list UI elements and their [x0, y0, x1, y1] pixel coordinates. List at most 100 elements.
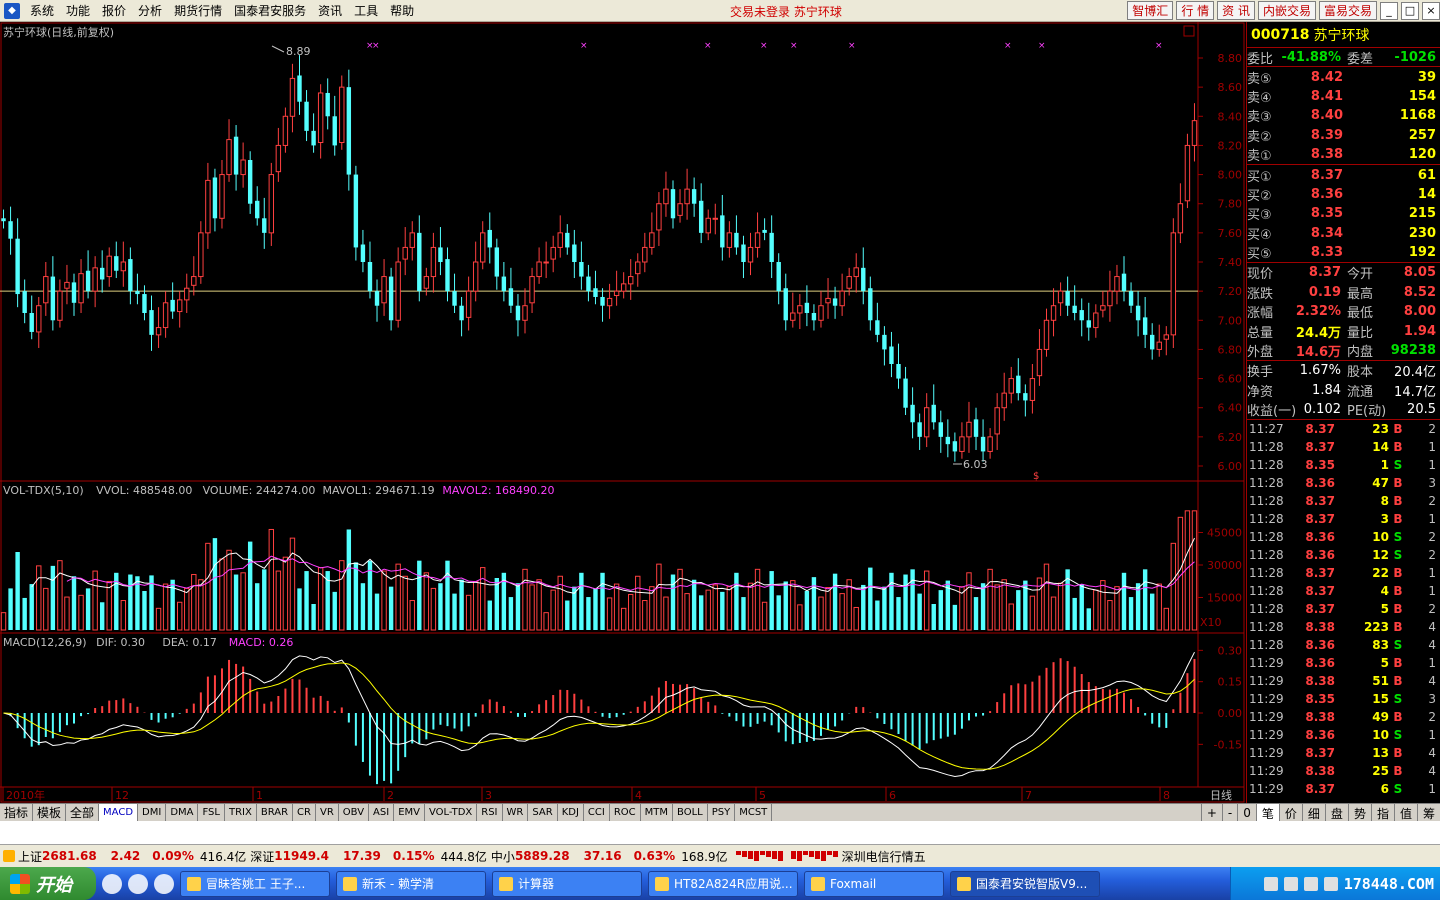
tab-模板[interactable]: 模板	[33, 803, 67, 822]
sell-level-row[interactable]: 卖① 8.38 120	[1247, 145, 1440, 164]
minimize-button[interactable]: _	[1380, 1, 1398, 20]
kline-chart[interactable]: 8.80 8.60 8.40 8.20 8.00 7.80 7.60 7.40 7.20 7.00…	[0, 22, 1246, 803]
panel-tab-0[interactable]: 笔	[1255, 804, 1279, 822]
buy-level-row[interactable]: 买① 8.37 61	[1247, 165, 1440, 185]
sell-level-row[interactable]: 卖③ 8.40 1168	[1247, 106, 1440, 125]
tab-obv[interactable]: OBV	[339, 803, 370, 822]
task-button-5[interactable]: 国泰君安锐智版V9...	[950, 870, 1100, 897]
index-1[interactable]: 深证 11949.4 17.39 0.15% 444.8亿	[250, 848, 487, 865]
quicklaunch-browser-icon[interactable]	[154, 873, 174, 894]
start-button[interactable]: 开始	[0, 867, 96, 900]
index-amount: 444.8亿	[440, 849, 487, 864]
tab-arrow-2[interactable]: 0	[1237, 804, 1256, 822]
tab-emv[interactable]: EMV	[394, 803, 425, 822]
buy-level-qty: 61	[1417, 167, 1436, 183]
tab-arrow-0[interactable]: +	[1200, 804, 1222, 822]
tab-brar[interactable]: BRAR	[257, 803, 294, 822]
menu-item-5[interactable]: 国泰君安服务	[228, 2, 312, 19]
toolbar-button-1[interactable]: 行 情	[1176, 1, 1215, 20]
tab-kdj[interactable]: KDJ	[558, 803, 584, 822]
sell-level-row[interactable]: 卖④ 8.41 154	[1247, 87, 1440, 106]
tray-network-icon[interactable]	[1303, 876, 1318, 891]
tab-boll[interactable]: BOLL	[673, 803, 708, 822]
tray-volume-icon[interactable]	[1323, 876, 1338, 891]
menu-item-7[interactable]: 工具	[348, 2, 384, 19]
tick-row: 11:28 8.37 14 B 1	[1247, 438, 1440, 456]
toolbar-button-0[interactable]: 智博汇	[1127, 1, 1174, 20]
panel-tab-2[interactable]: 细	[1301, 804, 1325, 822]
app-icon[interactable]: ◆	[4, 2, 20, 19]
panel-tab-4[interactable]: 势	[1347, 804, 1371, 822]
task-button-4[interactable]: Foxmail	[804, 870, 944, 897]
candle-body	[472, 261, 479, 292]
tab-dmi[interactable]: DMI	[138, 803, 167, 822]
menu-item-0[interactable]: 系统	[24, 2, 60, 19]
tab-全部[interactable]: 全部	[66, 803, 100, 822]
tab-cci[interactable]: CCI	[584, 803, 610, 822]
task-button-3[interactable]: HT82A824R应用说...	[648, 870, 798, 897]
tab-dma[interactable]: DMA	[166, 803, 199, 822]
menu-item-1[interactable]: 功能	[60, 2, 96, 19]
tab-arrow-1[interactable]: -	[1221, 804, 1237, 822]
panel-tab-6[interactable]: 值	[1393, 804, 1417, 822]
candle-body	[1, 218, 6, 222]
tab-指标[interactable]: 指标	[0, 803, 34, 822]
panel-tab-1[interactable]: 价	[1278, 804, 1302, 822]
quicklaunch-ie-icon[interactable]	[128, 873, 148, 894]
stat-value: 8.05	[1403, 265, 1436, 281]
toolbar-button-4[interactable]: 富易交易	[1318, 1, 1377, 20]
menu-item-3[interactable]: 分析	[132, 2, 168, 19]
task-button-1[interactable]: 新禾 - 赖学清	[336, 870, 486, 897]
tick-list[interactable]: 11:27 8.37 23 B 2 11:28 8.37 14 B 1 11:28 8.35 1 S 1 11…	[1247, 420, 1440, 798]
buy-level-row[interactable]: 买② 8.36 14	[1247, 185, 1440, 204]
tab-macd[interactable]: MACD	[99, 803, 139, 822]
tab-fsl[interactable]: FSL	[198, 803, 225, 822]
panel-tab-7[interactable]: 筹	[1416, 804, 1440, 822]
quicklaunch-media-icon[interactable]	[102, 873, 122, 894]
close-button[interactable]: ×	[1422, 1, 1440, 20]
task-button-0[interactable]: 冒昧答姚工 王子...	[180, 870, 330, 897]
toolbar-button-3[interactable]: 内嵌交易	[1257, 1, 1316, 20]
toolbar-button-2[interactable]: 资 讯	[1217, 1, 1255, 20]
stat-value: 24.4万	[1295, 325, 1341, 341]
maximize-button[interactable]: □	[1401, 1, 1419, 20]
tray-keyboard-icon[interactable]	[1263, 876, 1278, 891]
menu-item-6[interactable]: 资讯	[312, 2, 348, 19]
menu-item-8[interactable]: 帮助	[384, 2, 420, 19]
tab-vr[interactable]: VR	[316, 803, 339, 822]
tab-mtm[interactable]: MTM	[641, 803, 674, 822]
buy-level-row[interactable]: 买④ 8.34 230	[1247, 224, 1440, 243]
buy-level-qty: 230	[1408, 225, 1436, 241]
menu-item-4[interactable]: 期货行情	[168, 2, 228, 19]
tab-wr[interactable]: WR	[503, 803, 529, 822]
buy-level-row[interactable]: 买③ 8.35 215	[1247, 204, 1440, 223]
volume-bar	[917, 593, 922, 630]
tick-volume: 14	[1372, 440, 1389, 455]
panel-tab-5[interactable]: 指	[1370, 804, 1394, 822]
tray-help-icon[interactable]	[1283, 876, 1298, 891]
index-0[interactable]: 上证 2681.68 2.42 0.09% 416.4亿	[18, 848, 246, 865]
tab-vol-tdx[interactable]: VOL-TDX	[425, 803, 478, 822]
buy-level-row[interactable]: 买⑤ 8.33 192	[1247, 243, 1440, 262]
volume-bar	[698, 595, 704, 630]
tab-cr[interactable]: CR	[293, 803, 316, 822]
tick-count: 1	[1428, 566, 1436, 581]
tab-psy[interactable]: PSY	[708, 803, 736, 822]
sell-level-row[interactable]: 卖⑤ 8.42 39	[1247, 67, 1440, 87]
task-button-2[interactable]: 计算器	[492, 870, 642, 897]
index-2[interactable]: 中小 5889.28 37.16 0.63% 168.9亿	[491, 848, 728, 865]
chart-area[interactable]: 8.80 8.60 8.40 8.20 8.00 7.80 7.60 7.40 7.20 7.00…	[0, 22, 1246, 803]
tab-roc[interactable]: ROC	[610, 803, 641, 822]
candle-body	[994, 407, 1000, 435]
candle-body	[853, 267, 859, 278]
tab-trix[interactable]: TRIX	[225, 803, 257, 822]
tab-rsi[interactable]: RSI	[477, 803, 503, 822]
panel-tab-3[interactable]: 盘	[1324, 804, 1348, 822]
tab-asi[interactable]: ASI	[369, 803, 395, 822]
sell-level-row[interactable]: 卖② 8.39 257	[1247, 126, 1440, 145]
tab-sar[interactable]: SAR	[528, 803, 558, 822]
tab-mcst[interactable]: MCST	[735, 803, 773, 822]
menu-item-2[interactable]: 报价	[96, 2, 132, 19]
volume-bar	[430, 587, 437, 631]
fundamental-label: 流通	[1347, 384, 1374, 400]
